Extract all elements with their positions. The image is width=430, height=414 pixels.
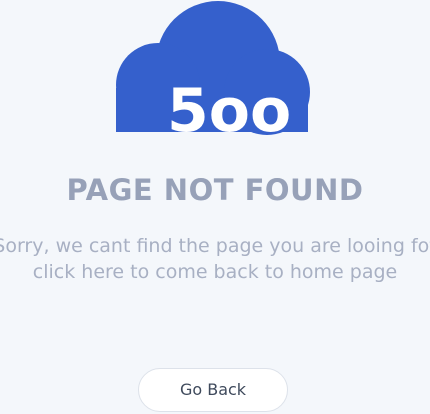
error-page: 5oo PAGE NOT FOUND Sorry, we cant find t… bbox=[0, 0, 430, 414]
cloud-icon: 5oo bbox=[116, 1, 310, 140]
error-illustration: 5oo bbox=[0, 0, 430, 140]
error-code: 5oo bbox=[167, 76, 291, 140]
go-back-button[interactable]: Go Back bbox=[138, 368, 288, 412]
page-title: PAGE NOT FOUND bbox=[66, 173, 364, 207]
error-message-line-1: Sorry, we cant find the page you are loo… bbox=[0, 235, 430, 257]
error-message-line-2: click here to come back to home page bbox=[32, 261, 398, 283]
